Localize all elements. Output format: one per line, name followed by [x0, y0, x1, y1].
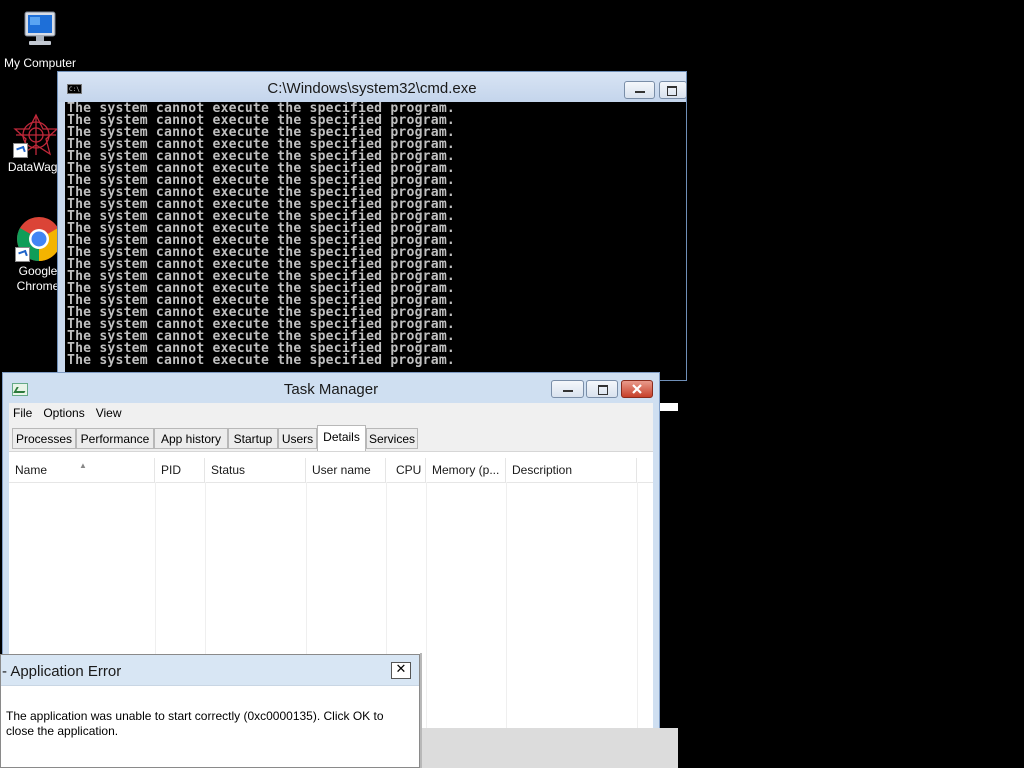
sort-up-icon: ▲ [79, 461, 87, 470]
error-message: The application was unable to start corr… [6, 709, 384, 738]
tab-users[interactable]: Users [278, 428, 317, 449]
menu-view[interactable]: View [96, 406, 122, 420]
close-icon [632, 384, 642, 394]
shortcut-arrow-icon [15, 247, 30, 262]
column-header-user-name[interactable]: User name [306, 458, 386, 482]
menu-file[interactable]: File [13, 406, 32, 420]
column-header-pid[interactable]: PID [155, 458, 205, 482]
column-header-description[interactable]: Description [506, 458, 637, 482]
column-divider [506, 482, 507, 767]
tab-app-history[interactable]: App history [154, 428, 228, 449]
maximize-icon [667, 86, 677, 96]
desktop-icon-label: My Computer [3, 56, 77, 70]
console-output[interactable]: The system cannot execute the specified … [65, 102, 686, 380]
error-dialog-title: - Application Error [2, 663, 122, 680]
column-divider [637, 482, 638, 767]
minimize-icon [635, 91, 645, 93]
column-header-name[interactable]: Name ▲ [9, 458, 155, 482]
tab-processes[interactable]: Processes [12, 428, 76, 449]
cmd-window[interactable]: C:\ C:\Windows\system32\cmd.exe The syst… [57, 71, 687, 381]
chrome-icon [15, 216, 61, 262]
task-manager-titlebar[interactable]: Task Manager [3, 373, 659, 403]
tab-strip: Processes Performance App history Startu… [9, 423, 653, 452]
background-window-area [420, 728, 678, 768]
menu-options[interactable]: Options [43, 406, 84, 420]
datawagon-icon [13, 112, 59, 158]
tab-details[interactable]: Details [317, 425, 366, 451]
tab-performance[interactable]: Performance [76, 428, 154, 449]
header-divider [9, 482, 653, 483]
window-edge [660, 403, 678, 411]
shortcut-arrow-icon [13, 143, 28, 158]
error-dialog-titlebar[interactable]: - Application Error ✕ [1, 655, 419, 686]
column-divider [426, 482, 427, 767]
maximize-icon [598, 385, 608, 395]
column-header-status[interactable]: Status [205, 458, 306, 482]
desktop-icon-my-computer[interactable]: My Computer [0, 8, 80, 71]
cmd-titlebar[interactable]: C:\ C:\Windows\system32\cmd.exe [58, 72, 687, 102]
maximize-button[interactable] [586, 380, 618, 398]
application-error-dialog[interactable]: - Application Error ✕ The application wa… [0, 654, 420, 768]
console-text: The system cannot execute the specified … [67, 102, 455, 368]
close-button[interactable]: ✕ [391, 662, 411, 679]
close-button[interactable] [621, 380, 653, 398]
column-header-memory[interactable]: Memory (p... [426, 458, 506, 482]
tab-startup[interactable]: Startup [228, 428, 278, 449]
cmd-title: C:\Windows\system32\cmd.exe [267, 80, 477, 97]
column-header-cpu[interactable]: CPU [386, 458, 426, 482]
minimize-button[interactable] [551, 380, 584, 398]
minimize-button[interactable] [624, 81, 655, 99]
tab-services[interactable]: Services [366, 428, 418, 449]
minimize-icon [563, 390, 573, 392]
dialog-shadow [420, 653, 422, 768]
menu-bar: File Options View [9, 403, 653, 423]
maximize-button[interactable] [659, 81, 687, 99]
computer-icon [17, 8, 63, 54]
